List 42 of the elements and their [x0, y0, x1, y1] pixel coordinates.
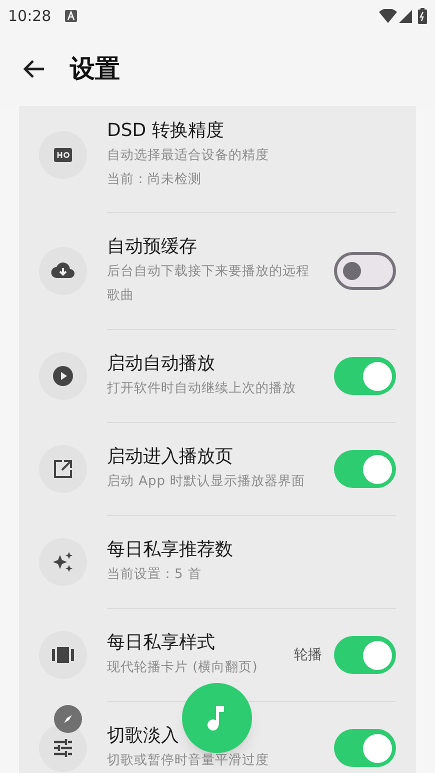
- setting-description: 打开软件时自动继续上次的播放: [107, 380, 297, 398]
- carousel-icon: [52, 647, 74, 663]
- setting-description: 当前设置：5 首: [107, 566, 202, 584]
- settings-row[interactable]: 每日私享样式 现代轮播卡片 (横向翻页) 轮播: [19, 609, 416, 701]
- status-time: 10:28: [8, 6, 52, 27]
- sparkle-icon: [52, 551, 74, 573]
- setting-title: 自动预缓存: [107, 235, 198, 259]
- back-arrow-icon: [23, 59, 45, 79]
- battery-icon: [418, 8, 427, 24]
- settings-row[interactable]: 自动预缓存 后台自动下载接下来要播放的远程歌曲: [19, 213, 416, 329]
- signal-icon: [399, 10, 412, 22]
- setting-detail: 当前：尚未检测: [107, 171, 202, 189]
- settings-row[interactable]: 每日私享推荐数 当前设置：5 首: [19, 516, 416, 608]
- toggle-switch[interactable]: [334, 636, 396, 674]
- setting-title: DSD 转换精度: [107, 119, 225, 143]
- setting-title: 每日私享推荐数: [107, 538, 234, 562]
- toggle-switch[interactable]: [334, 357, 396, 395]
- setting-description: 切歌或暂停时音量平滑过度: [107, 752, 270, 770]
- toggle-switch[interactable]: [334, 252, 396, 290]
- hq-icon: [54, 148, 72, 162]
- setting-title: 切歌淡入: [107, 724, 180, 748]
- setting-value: 轮播: [294, 646, 322, 664]
- sliders-icon: [53, 739, 73, 757]
- setting-description: 启动 App 时默认显示播放器界面: [107, 473, 306, 491]
- setting-title: 启动自动播放: [107, 352, 216, 376]
- setting-description: 自动选择最适合设备的精度: [107, 147, 270, 165]
- page-title: 设置: [70, 53, 120, 86]
- settings-row[interactable]: 启动自动播放 打开软件时自动继续上次的播放: [19, 330, 416, 422]
- cloud-download-icon: [51, 262, 75, 280]
- notification-icon: [65, 10, 78, 22]
- setting-description: 现代轮播卡片 (横向翻页): [107, 659, 259, 677]
- open-external-icon: [54, 460, 72, 478]
- setting-description: 后台自动下载接下来要播放的远程歌曲: [107, 263, 310, 305]
- wifi-icon: [379, 9, 397, 23]
- music-note-icon: [207, 705, 227, 731]
- play-icon: [53, 366, 73, 386]
- settings-row[interactable]: DSD 转换精度 自动选择最适合设备的精度 当前：尚未检测: [19, 106, 416, 212]
- setting-title: 启动进入播放页: [107, 445, 234, 469]
- setting-title: 每日私享样式: [107, 631, 216, 655]
- toggle-switch[interactable]: [334, 729, 396, 767]
- toggle-switch[interactable]: [334, 450, 396, 488]
- settings-row[interactable]: 启动进入播放页 启动 App 时默认显示播放器界面: [19, 423, 416, 515]
